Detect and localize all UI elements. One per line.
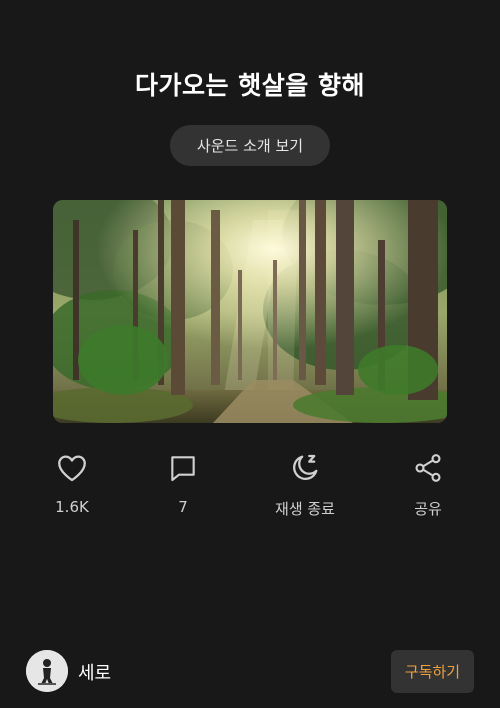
sound-intro-button[interactable]: 사운드 소개 보기 xyxy=(170,125,330,166)
moon-sleep-icon[interactable] xyxy=(287,450,323,486)
subscribe-button[interactable]: 구독하기 xyxy=(391,650,474,693)
page-title: 다가오는 햇살을 향해 xyxy=(135,71,365,100)
comment-icon[interactable] xyxy=(165,450,201,486)
avatar[interactable] xyxy=(26,650,68,692)
comment-action[interactable]: 7 xyxy=(133,450,233,516)
like-count: 1.6K xyxy=(55,498,89,516)
share-label: 공유 xyxy=(414,500,442,518)
sound-detail-screen: 다가오는 햇살을 향해 사운드 소개 보기 1.6K 7 재생 종료 공유 세로… xyxy=(0,0,500,708)
sleep-timer-label: 재생 종료 xyxy=(275,500,335,518)
share-icon[interactable] xyxy=(410,450,446,486)
comment-count: 7 xyxy=(178,498,188,516)
channel-name[interactable]: 세로 xyxy=(78,659,111,685)
cover-image xyxy=(53,200,447,423)
channel-bar: 세로 구독하기 xyxy=(0,648,500,694)
like-action[interactable]: 1.6K xyxy=(22,450,122,516)
share-action[interactable]: 공유 xyxy=(378,450,478,519)
sleep-timer-action[interactable]: 재생 종료 xyxy=(255,450,355,519)
forest-illustration xyxy=(53,200,447,423)
action-bar: 1.6K 7 재생 종료 공유 xyxy=(0,450,500,530)
heart-icon[interactable] xyxy=(54,450,90,486)
